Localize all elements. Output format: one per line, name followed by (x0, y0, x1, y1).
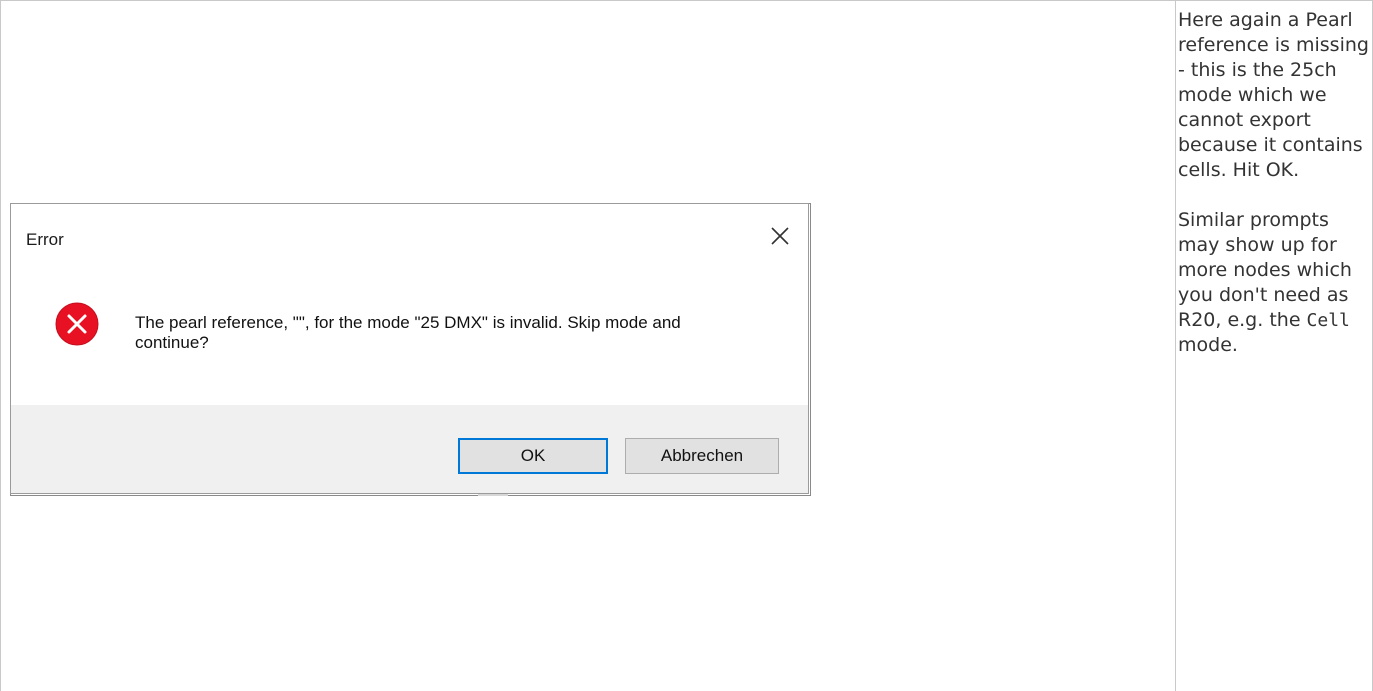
explanation-text: Here again a Pearl reference is missing … (1178, 8, 1370, 358)
cancel-button[interactable]: Abbrechen (625, 438, 779, 474)
table-border-top (0, 0, 1373, 1)
dialog-message: The pearl reference, "", for the mode "2… (135, 313, 681, 352)
error-dialog: Error The pearl reference, "", for the m… (10, 203, 809, 494)
note-text: mode. (1178, 334, 1238, 356)
ok-button[interactable]: OK (458, 438, 608, 474)
close-icon (771, 227, 789, 245)
error-icon (55, 302, 99, 346)
background-artifact (478, 494, 508, 496)
note-paragraph-1: Here again a Pearl reference is missing … (1178, 9, 1369, 181)
close-button[interactable] (762, 218, 798, 254)
dialog-title: Error (26, 230, 64, 249)
dialog-footer: OK Abbrechen (11, 405, 808, 493)
dialog-screenshot: Error The pearl reference, "", for the m… (10, 203, 811, 496)
table-border-left (0, 0, 1, 691)
code-term: Cell (1306, 310, 1350, 331)
table-column-divider (1175, 0, 1176, 691)
note-paragraph-2: Similar prompts may show up for more nod… (1178, 208, 1370, 358)
